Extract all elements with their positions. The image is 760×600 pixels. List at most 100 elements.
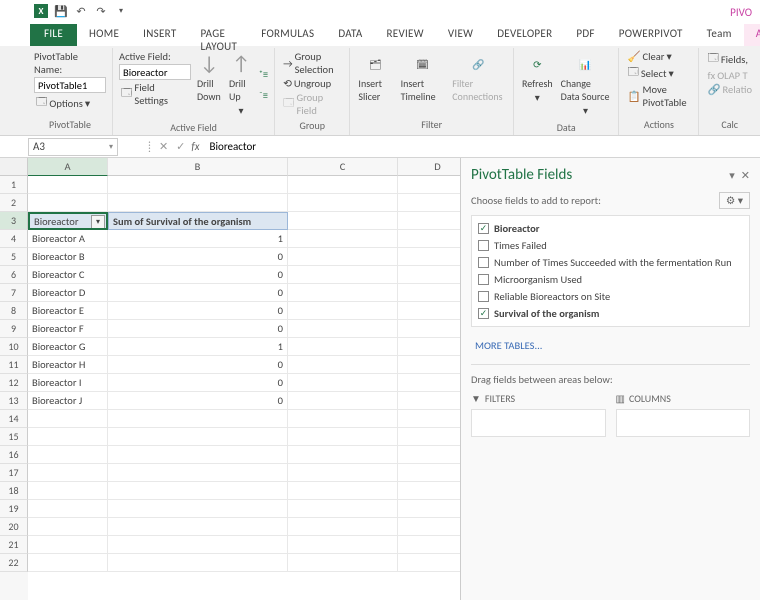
column-header[interactable]: B <box>108 158 288 176</box>
qat-dropdown-icon[interactable]: ▾ <box>114 4 128 18</box>
cell[interactable]: 0 <box>108 302 288 320</box>
tab-pdf[interactable]: PDF <box>564 24 606 46</box>
active-field-input[interactable] <box>119 64 191 80</box>
field-list-item[interactable]: Microorganism Used <box>474 271 747 288</box>
pane-close-icon[interactable]: ✕ <box>741 169 750 182</box>
refresh-button[interactable]: ⟳Refresh ▾ <box>520 50 555 119</box>
cell[interactable] <box>28 428 108 446</box>
cell[interactable]: 0 <box>108 356 288 374</box>
row-header[interactable]: 9 <box>0 320 28 338</box>
cell[interactable] <box>28 482 108 500</box>
cell[interactable]: Bioreactor B <box>28 248 108 266</box>
cell[interactable] <box>288 248 398 266</box>
cell[interactable] <box>288 320 398 338</box>
drill-down-button[interactable]: ↓ Drill Down <box>195 50 223 119</box>
field-list-item[interactable]: Times Failed <box>474 237 747 254</box>
cell[interactable] <box>28 500 108 518</box>
column-header[interactable]: C <box>288 158 398 176</box>
tab-insert[interactable]: INSERT <box>131 24 188 46</box>
formula-input[interactable] <box>206 139 760 154</box>
tab-page-layout[interactable]: PAGE LAYOUT <box>188 24 249 46</box>
row-header[interactable]: 14 <box>0 410 28 428</box>
cell[interactable]: Bioreactor E <box>28 302 108 320</box>
cell[interactable] <box>288 428 398 446</box>
cell[interactable] <box>288 356 398 374</box>
tab-view[interactable]: VIEW <box>436 24 485 46</box>
options-button[interactable]: 🗔Options ▾ <box>34 94 106 112</box>
cell[interactable] <box>288 374 398 392</box>
row-header[interactable]: 6 <box>0 266 28 284</box>
cell[interactable] <box>108 536 288 554</box>
drill-up-button[interactable]: ↑ Drill Up ▾ <box>227 50 255 119</box>
select-all-corner[interactable] <box>0 158 28 176</box>
tab-powerpivot[interactable]: POWERPIVOT <box>607 24 695 46</box>
fields-items-button[interactable]: 🗔 Fields, <box>705 50 754 68</box>
collapse-field-icon[interactable]: ⁻≡ <box>259 89 268 102</box>
redo-icon[interactable]: ↷ <box>94 4 108 18</box>
row-header[interactable]: 19 <box>0 500 28 518</box>
cell[interactable]: Bioreactor C <box>28 266 108 284</box>
pivottable-fields-pane[interactable]: PivotTable Fields ▾✕ Choose fields to ad… <box>460 158 760 600</box>
cell[interactable] <box>108 446 288 464</box>
row-header[interactable]: 5 <box>0 248 28 266</box>
cell[interactable] <box>28 536 108 554</box>
more-tables-link[interactable]: MORE TABLES... <box>471 335 750 356</box>
cell[interactable] <box>288 284 398 302</box>
field-list-item[interactable]: ✓Survival of the organism <box>474 305 747 322</box>
undo-icon[interactable]: ↶ <box>74 4 88 18</box>
row-header[interactable]: 4 <box>0 230 28 248</box>
checkbox-icon[interactable]: ✓ <box>478 223 489 234</box>
cell[interactable] <box>288 230 398 248</box>
clear-button[interactable]: 🧹 Clear ▾ <box>625 50 692 63</box>
row-header[interactable]: 8 <box>0 302 28 320</box>
cell[interactable]: Bioreactor A <box>28 230 108 248</box>
row-header[interactable]: 15 <box>0 428 28 446</box>
row-header[interactable]: 13 <box>0 392 28 410</box>
cell[interactable]: 0 <box>108 284 288 302</box>
tab-team[interactable]: Team <box>695 24 744 46</box>
move-pivottable-button[interactable]: 📋 Move PivotTable <box>625 83 692 109</box>
cell[interactable] <box>28 464 108 482</box>
cell[interactable] <box>28 554 108 572</box>
expand-field-icon[interactable]: ⁺≡ <box>259 68 268 81</box>
cell[interactable] <box>108 518 288 536</box>
cell[interactable] <box>108 194 288 212</box>
row-header[interactable]: 11 <box>0 356 28 374</box>
cell[interactable] <box>28 176 108 194</box>
row-header[interactable]: 17 <box>0 464 28 482</box>
cell[interactable]: 0 <box>108 392 288 410</box>
checkbox-icon[interactable]: ✓ <box>478 308 489 319</box>
cell[interactable] <box>108 482 288 500</box>
filters-area[interactable]: ▼FILTERS <box>471 392 606 437</box>
relationships-button[interactable]: 🔗 Relatio <box>705 83 754 96</box>
cell[interactable]: 1 <box>108 338 288 356</box>
cell[interactable] <box>28 518 108 536</box>
row-header[interactable]: 3 <box>0 212 28 230</box>
checkbox-icon[interactable] <box>478 257 489 268</box>
cell[interactable] <box>108 176 288 194</box>
cell[interactable]: 0 <box>108 248 288 266</box>
filter-connections-button[interactable]: 🔗Filter Connections <box>450 50 507 116</box>
cell[interactable] <box>288 500 398 518</box>
cell[interactable]: 0 <box>108 266 288 284</box>
cell[interactable] <box>108 410 288 428</box>
cell[interactable]: Bioreactor H <box>28 356 108 374</box>
cell[interactable] <box>288 410 398 428</box>
cell[interactable] <box>288 554 398 572</box>
cell[interactable]: 0 <box>108 374 288 392</box>
fx-icon[interactable]: fx <box>191 140 199 153</box>
cell[interactable]: 1 <box>108 230 288 248</box>
pivottable-name-input[interactable] <box>34 77 106 93</box>
row-header[interactable]: 22 <box>0 554 28 572</box>
cell[interactable]: Bioreactor J <box>28 392 108 410</box>
pivot-filter-icon[interactable]: ▾ <box>91 215 105 229</box>
ungroup-button[interactable]: ⟲ Ungroup <box>281 77 343 90</box>
row-header[interactable]: 20 <box>0 518 28 536</box>
cell[interactable] <box>288 482 398 500</box>
name-box[interactable]: A3▾ <box>28 138 118 156</box>
change-data-source-button[interactable]: 📊Change Data Source ▾ <box>559 50 613 119</box>
group-field-button[interactable]: 🗔 Group Field <box>281 91 343 117</box>
insert-slicer-button[interactable]: 🗂Insert Slicer <box>356 50 394 116</box>
row-header[interactable]: 2 <box>0 194 28 212</box>
select-button[interactable]: 🗔 Select ▾ <box>625 64 692 82</box>
